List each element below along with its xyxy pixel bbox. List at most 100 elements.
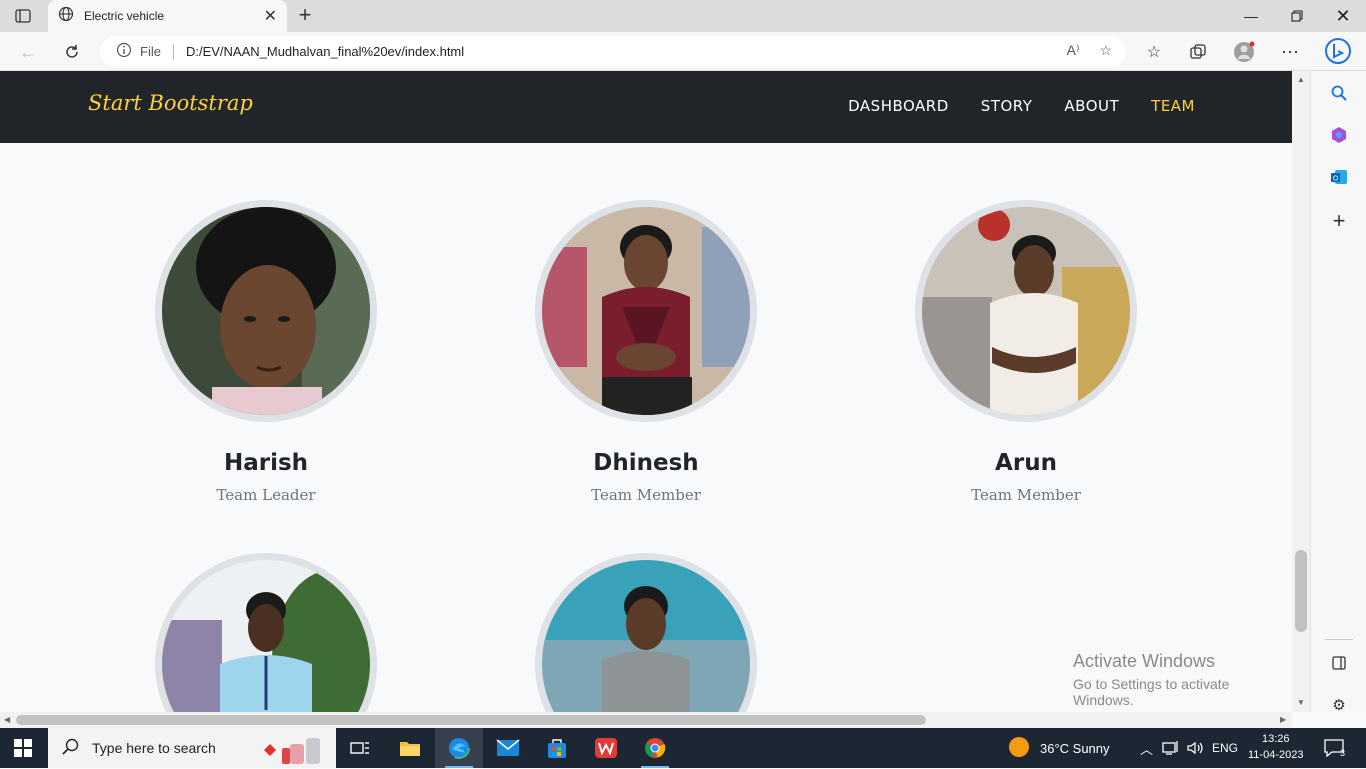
avatar-ring bbox=[155, 553, 377, 712]
member-name: Dhinesh bbox=[593, 450, 699, 476]
page-viewport: Start Bootstrap DASHBOARD STORY ABOUT TE… bbox=[0, 71, 1292, 712]
bing-chat-icon[interactable] bbox=[1324, 37, 1352, 65]
mail-icon[interactable] bbox=[484, 728, 532, 768]
search-highlight-icon bbox=[260, 730, 334, 769]
nav-story[interactable]: STORY bbox=[981, 97, 1033, 115]
avatar-ring bbox=[535, 553, 757, 712]
scroll-down-icon[interactable]: ▼ bbox=[1297, 698, 1305, 707]
refresh-button[interactable] bbox=[60, 40, 84, 64]
profile-avatar[interactable] bbox=[1232, 40, 1256, 64]
edge-browser-icon[interactable] bbox=[435, 728, 483, 768]
network-icon[interactable] bbox=[1162, 728, 1180, 768]
avatar-ring bbox=[915, 200, 1137, 422]
file-explorer-icon[interactable] bbox=[386, 728, 434, 768]
chevron-up-icon[interactable]: ︿ bbox=[1140, 739, 1153, 758]
avatar bbox=[162, 207, 370, 415]
taskbar-search-placeholder: Type here to search bbox=[92, 740, 216, 756]
scroll-up-icon[interactable]: ▲ bbox=[1297, 75, 1305, 84]
chrome-icon[interactable] bbox=[631, 728, 679, 768]
minimize-button[interactable]: — bbox=[1228, 0, 1274, 32]
store-icon[interactable] bbox=[533, 728, 581, 768]
volume-icon[interactable] bbox=[1186, 728, 1204, 768]
notification-count: 3 bbox=[1340, 748, 1346, 758]
avatar-ring bbox=[535, 200, 757, 422]
url-text[interactable]: D:/EV/NAAN_Mudhalvan_final%20ev/index.ht… bbox=[186, 44, 464, 59]
wps-office-icon[interactable] bbox=[582, 728, 630, 768]
windows-taskbar: Type here to search 36°C Sunny ︿ ENG 13:… bbox=[0, 728, 1366, 768]
tools-icon[interactable] bbox=[1329, 125, 1349, 145]
horizontal-scroll-thumb[interactable] bbox=[16, 715, 926, 725]
horizontal-scrollbar[interactable]: ◀ ▶ bbox=[0, 712, 1292, 728]
watermark-title: Activate Windows bbox=[1073, 651, 1216, 671]
team-member-card bbox=[116, 553, 416, 712]
taskbar-search[interactable]: Type here to search bbox=[48, 728, 336, 768]
show-hidden-icons[interactable]: ︿ bbox=[1140, 728, 1153, 768]
close-tab-icon[interactable]: ✕ bbox=[264, 6, 277, 26]
restore-button[interactable] bbox=[1274, 0, 1320, 32]
clock[interactable]: 13:26 11-04-2023 bbox=[1248, 731, 1303, 763]
scroll-right-icon[interactable]: ▶ bbox=[1280, 715, 1286, 724]
activate-windows-watermark: Activate Windows Go to Settings to activ… bbox=[1073, 651, 1292, 708]
start-button[interactable] bbox=[14, 739, 32, 757]
site-navbar: Start Bootstrap DASHBOARD STORY ABOUT TE… bbox=[0, 71, 1292, 143]
sun-icon bbox=[1008, 736, 1030, 761]
scroll-left-icon[interactable]: ◀ bbox=[4, 715, 10, 724]
address-separator bbox=[172, 43, 174, 60]
vertical-scrollbar[interactable]: ▲ ▼ bbox=[1292, 71, 1310, 712]
collections-icon[interactable] bbox=[1186, 40, 1210, 64]
svg-text:O: O bbox=[1333, 175, 1339, 183]
edge-sidebar: O + ⚙ bbox=[1310, 71, 1366, 715]
settings-gear-icon[interactable]: ⚙ bbox=[1329, 695, 1349, 715]
member-role: Team Member bbox=[591, 486, 701, 504]
team-member-card: Arun Team Member bbox=[876, 200, 1176, 504]
address-bar[interactable]: File D:/EV/NAAN_Mudhalvan_final%20ev/ind… bbox=[100, 36, 1126, 67]
task-view-icon[interactable] bbox=[336, 728, 384, 768]
file-label: File bbox=[140, 44, 161, 59]
team-member-card bbox=[496, 553, 796, 712]
nav-dashboard[interactable]: DASHBOARD bbox=[848, 97, 949, 115]
sidebar-divider bbox=[1325, 639, 1353, 640]
weather-widget[interactable]: 36°C Sunny bbox=[1008, 728, 1110, 768]
read-aloud-icon[interactable]: A⁾ bbox=[1067, 42, 1080, 59]
new-tab-button[interactable]: + bbox=[294, 4, 316, 27]
avatar-ring bbox=[155, 200, 377, 422]
avatar bbox=[162, 560, 370, 712]
notification-center-icon[interactable]: 3 bbox=[1324, 728, 1345, 768]
weather-text: 36°C Sunny bbox=[1040, 740, 1110, 756]
browser-tab-bar: Electric vehicle ✕ + — ✕ bbox=[0, 0, 1366, 32]
outlook-icon[interactable]: O bbox=[1329, 167, 1349, 187]
team-member-card: Dhinesh Team Member bbox=[496, 200, 796, 504]
member-name: Harish bbox=[223, 450, 309, 476]
hide-sidebar-icon[interactable] bbox=[1329, 653, 1349, 673]
vertical-scroll-thumb[interactable] bbox=[1295, 550, 1307, 632]
globe-icon bbox=[58, 6, 74, 27]
site-nav-links: DASHBOARD STORY ABOUT TEAM bbox=[848, 97, 1195, 115]
add-sidebar-app-icon[interactable]: + bbox=[1329, 208, 1349, 233]
nav-team[interactable]: TEAM bbox=[1151, 97, 1195, 115]
close-window-button[interactable]: ✕ bbox=[1320, 0, 1366, 32]
search-icon[interactable] bbox=[1329, 83, 1349, 103]
member-role: Team Member bbox=[971, 486, 1081, 504]
avatar bbox=[922, 207, 1130, 415]
add-favorite-icon[interactable]: ☆ bbox=[1099, 42, 1112, 59]
nav-about[interactable]: ABOUT bbox=[1064, 97, 1119, 115]
avatar bbox=[542, 560, 750, 712]
clock-date: 11-04-2023 bbox=[1248, 749, 1304, 761]
more-menu-icon[interactable]: ⋯ bbox=[1278, 40, 1302, 64]
team-member-card: Harish Team Leader bbox=[116, 200, 416, 504]
watermark-subtitle: Go to Settings to activate Windows. bbox=[1073, 676, 1230, 708]
browser-toolbar: ← File D:/EV/NAAN_Mudhalvan_final%20ev/i… bbox=[0, 32, 1366, 71]
tab-actions-icon[interactable] bbox=[12, 7, 34, 25]
language-indicator[interactable]: ENG bbox=[1212, 728, 1238, 768]
info-icon[interactable] bbox=[116, 42, 132, 61]
avatar bbox=[542, 207, 750, 415]
clock-time: 13:26 bbox=[1261, 733, 1290, 745]
browser-tab[interactable]: Electric vehicle ✕ bbox=[48, 0, 287, 32]
member-name: Arun bbox=[995, 450, 1057, 476]
tab-title: Electric vehicle bbox=[84, 9, 165, 23]
site-brand[interactable]: Start Bootstrap bbox=[88, 91, 253, 115]
back-button[interactable]: ← bbox=[16, 40, 40, 64]
member-role: Team Leader bbox=[216, 486, 316, 504]
favorites-icon[interactable]: ☆ bbox=[1142, 40, 1166, 64]
search-icon bbox=[62, 738, 80, 759]
